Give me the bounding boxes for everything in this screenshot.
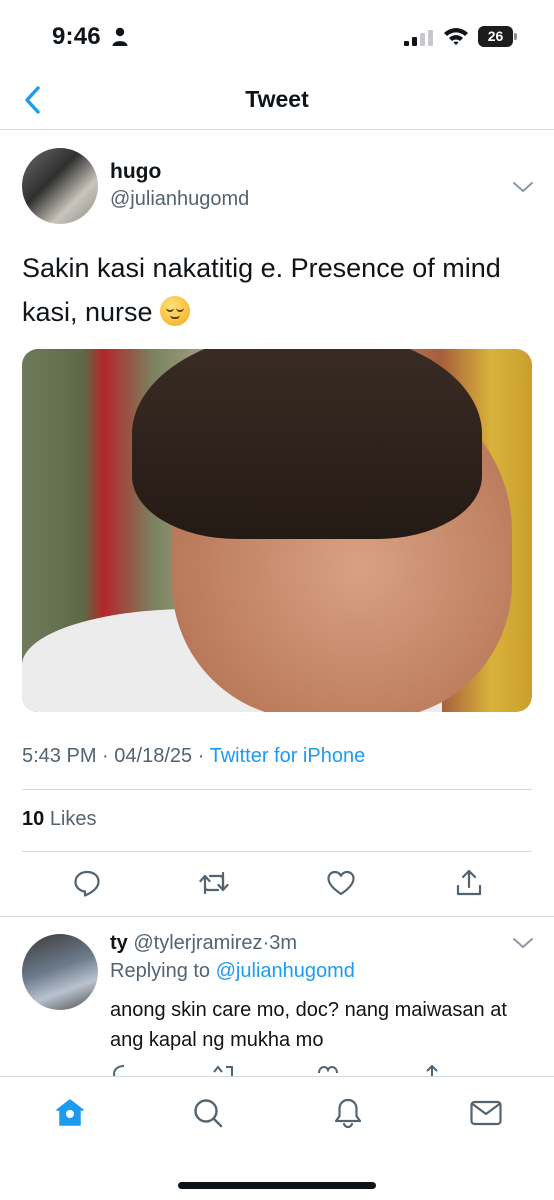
reply-author-avatar[interactable]: [22, 934, 98, 1010]
likes-count[interactable]: 10 Likes: [22, 808, 97, 831]
reply-heart-icon[interactable]: [316, 1064, 340, 1076]
reply-chevron-down-icon[interactable]: [512, 936, 534, 950]
section-divider: [0, 916, 554, 917]
tweet-meta: 5:43 PM · 04/18/25 · Twitter for iPhone: [22, 745, 365, 768]
tweet-photo[interactable]: [22, 349, 532, 712]
reply-display-name[interactable]: ty: [110, 932, 128, 954]
page-title: Tweet: [245, 86, 309, 112]
reply-icon: [74, 870, 100, 897]
meta-separator: ·: [102, 745, 109, 767]
search-icon: [194, 1099, 223, 1128]
wifi-icon: [444, 28, 468, 45]
share-icon: [456, 869, 482, 896]
chevron-down-icon[interactable]: [512, 180, 534, 194]
replying-to-label: Replying to: [110, 960, 211, 982]
divider: [22, 851, 532, 852]
status-bar: 9:46 26: [0, 0, 554, 74]
signal-icon: [404, 30, 433, 46]
likes-number: 10: [22, 808, 45, 830]
home-icon: [56, 1099, 84, 1126]
reply-text: anong skin care mo, doc? nang maiwasan a…: [110, 999, 507, 1051]
battery-icon: 26: [478, 26, 518, 47]
author-display-name[interactable]: hugo: [110, 160, 161, 184]
reply-header: ty @tylerjramirez·3m: [110, 932, 297, 955]
author-avatar[interactable]: [22, 148, 98, 224]
tab-search[interactable]: [190, 1095, 226, 1131]
tweet-body: Sakin kasi nakatitig e. Presence of mind…: [22, 253, 501, 327]
author-handle[interactable]: @julianhugomd: [110, 188, 249, 211]
reply-button[interactable]: [70, 866, 104, 900]
home-indicator: [178, 1182, 376, 1189]
replying-to: Replying to @julianhugomd: [110, 960, 355, 983]
envelope-icon: [470, 1100, 502, 1126]
tweet-source-link[interactable]: Twitter for iPhone: [210, 745, 366, 767]
battery-level: 26: [487, 28, 504, 44]
status-time: 9:46: [52, 23, 101, 50]
bottom-tab-bar: [0, 1076, 554, 1200]
tab-messages[interactable]: [468, 1095, 504, 1131]
meta-separator: ·: [197, 745, 205, 767]
like-button[interactable]: [324, 866, 358, 900]
reply-retweet-icon[interactable]: [212, 1064, 236, 1076]
nav-header: Tweet: [0, 74, 554, 130]
divider: [22, 789, 532, 790]
tab-home[interactable]: [52, 1095, 88, 1131]
heart-icon: [327, 870, 355, 896]
tweet-time: 5:43 PM: [22, 745, 97, 767]
reply-share-icon[interactable]: [420, 1064, 444, 1076]
tweet-text: Sakin kasi nakatitig e. Presence of mind…: [22, 246, 522, 334]
tab-notifications[interactable]: [330, 1095, 366, 1131]
retweet-button[interactable]: [197, 866, 231, 900]
reply-handle[interactable]: @tylerjramirez: [133, 932, 262, 954]
reply-reply-icon[interactable]: [112, 1064, 136, 1076]
likes-label: Likes: [49, 808, 97, 830]
relieved-face-emoji-icon: [160, 296, 191, 326]
reply-age: 3m: [269, 932, 298, 954]
reply-actions-row: [0, 1062, 554, 1076]
bell-icon: [334, 1098, 362, 1129]
replying-to-handle-link[interactable]: @julianhugomd: [216, 960, 355, 982]
person-icon: [112, 27, 128, 46]
retweet-icon: [199, 871, 229, 895]
tweet-date: 04/18/25: [114, 745, 193, 767]
share-button[interactable]: [452, 866, 486, 900]
